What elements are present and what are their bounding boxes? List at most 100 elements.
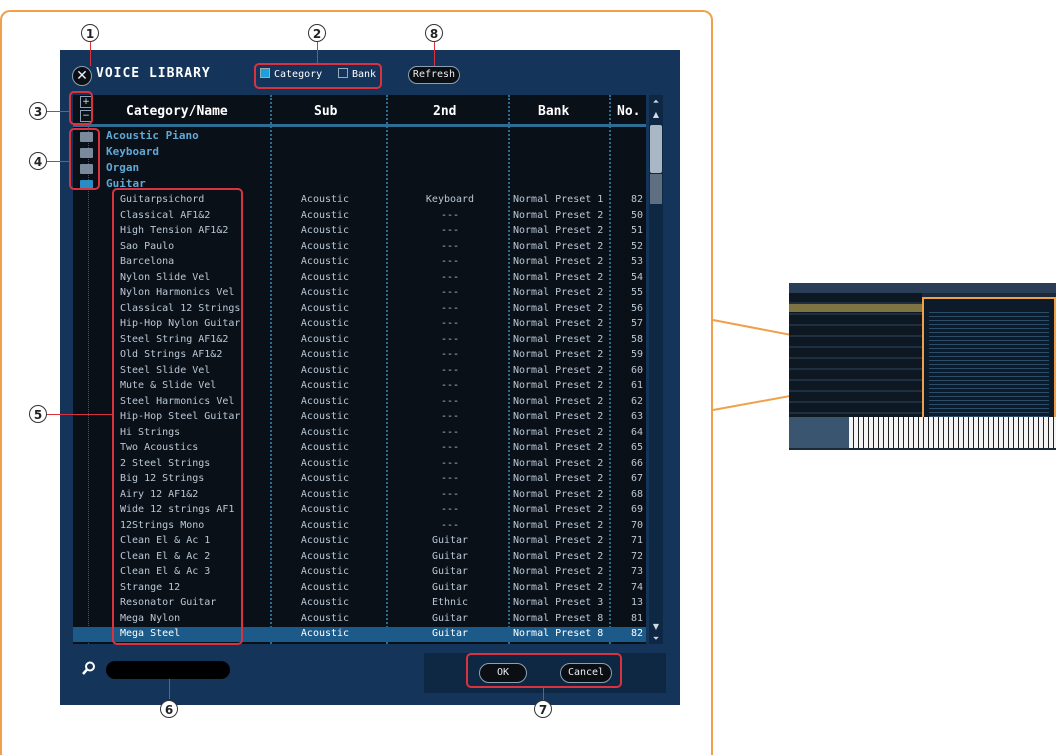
number-cell: 62	[630, 396, 643, 407]
sub-category-cell: Acoustic	[300, 582, 350, 593]
bank-cell: Normal Preset 2	[513, 504, 604, 515]
callout-line	[47, 414, 112, 415]
second-category-cell: Guitar	[431, 628, 469, 639]
number-cell: 70	[630, 520, 643, 531]
tree-controls-highlight	[69, 91, 93, 125]
number-cell: 57	[630, 318, 643, 329]
sub-category-cell: Acoustic	[300, 504, 350, 515]
sub-category-cell: Acoustic	[300, 551, 350, 562]
callout-line	[90, 42, 91, 66]
second-category-cell: Guitar	[431, 566, 469, 577]
number-cell: 64	[630, 427, 643, 438]
sub-category-cell: Acoustic	[300, 318, 350, 329]
second-category-cell: Guitar	[431, 551, 469, 562]
second-category-cell: ---	[440, 349, 460, 360]
number-cell: 52	[630, 241, 643, 252]
number-cell: 68	[630, 489, 643, 500]
bank-cell: Normal Preset 2	[513, 473, 604, 484]
sub-category-cell: Acoustic	[300, 535, 350, 546]
number-cell: 65	[630, 442, 643, 453]
sub-category-cell: Acoustic	[300, 520, 350, 531]
column-header-bank[interactable]: Bank	[538, 104, 569, 119]
bank-cell: Normal Preset 2	[513, 272, 604, 283]
number-cell: 63	[630, 411, 643, 422]
sub-category-cell: Acoustic	[300, 442, 350, 453]
sub-category-cell: Acoustic	[300, 210, 350, 221]
callout-5: 5	[29, 405, 47, 423]
column-header-no[interactable]: No.	[617, 104, 640, 119]
callout-line	[47, 111, 69, 112]
filter-highlight	[254, 63, 382, 89]
scroll-up-icon[interactable]: ▲	[649, 110, 663, 120]
second-category-cell: ---	[440, 241, 460, 252]
bank-cell: Normal Preset 2	[513, 210, 604, 221]
number-cell: 56	[630, 303, 643, 314]
second-category-cell: Ethnic	[431, 597, 469, 608]
scrollbar-thumb[interactable]	[650, 125, 662, 173]
second-category-cell: ---	[440, 256, 460, 267]
search-icon	[82, 661, 95, 675]
header-divider	[73, 124, 646, 127]
second-category-cell: ---	[440, 458, 460, 469]
number-cell: 74	[630, 582, 643, 593]
bank-cell: Normal Preset 2	[513, 411, 604, 422]
number-cell: 55	[630, 287, 643, 298]
close-icon[interactable]: ✕	[72, 66, 92, 86]
sub-category-cell: Acoustic	[300, 628, 350, 639]
refresh-button[interactable]: Refresh	[408, 66, 460, 84]
number-cell: 81	[630, 613, 643, 624]
callout-6: 6	[160, 700, 178, 718]
sub-category-cell: Acoustic	[300, 427, 350, 438]
category-keyboard[interactable]: Keyboard	[106, 145, 159, 158]
category-acoustic-piano[interactable]: Acoustic Piano	[106, 129, 199, 142]
second-category-cell: ---	[440, 334, 460, 345]
callout-4: 4	[29, 152, 47, 170]
category-organ[interactable]: Organ	[106, 161, 139, 174]
bank-cell: Normal Preset 2	[513, 535, 604, 546]
number-cell: 50	[630, 210, 643, 221]
bank-cell: Normal Preset 2	[513, 566, 604, 577]
bank-cell: Normal Preset 2	[513, 520, 604, 531]
second-category-cell: Guitar	[431, 535, 469, 546]
bank-cell: Normal Preset 2	[513, 287, 604, 298]
callout-line	[317, 42, 318, 63]
second-category-cell: ---	[440, 380, 460, 391]
number-cell: 67	[630, 473, 643, 484]
names-highlight	[112, 188, 243, 645]
application-thumbnail	[789, 283, 1056, 450]
number-cell: 82	[630, 628, 643, 639]
bank-cell: Normal Preset 2	[513, 582, 604, 593]
scroll-down-icon[interactable]: ▼	[649, 622, 663, 632]
callout-7: 7	[534, 700, 552, 718]
callout-line	[169, 679, 170, 699]
column-header-2nd[interactable]: 2nd	[433, 104, 456, 119]
second-category-cell: ---	[440, 365, 460, 376]
bank-cell: Normal Preset 3	[513, 597, 604, 608]
second-category-cell: ---	[440, 427, 460, 438]
bank-cell: Normal Preset 2	[513, 458, 604, 469]
callout-line	[434, 42, 435, 66]
sub-category-cell: Acoustic	[300, 194, 350, 205]
bank-cell: Normal Preset 2	[513, 396, 604, 407]
sub-category-cell: Acoustic	[300, 566, 350, 577]
sub-category-cell: Acoustic	[300, 241, 350, 252]
second-category-cell: ---	[440, 442, 460, 453]
sub-category-cell: Acoustic	[300, 256, 350, 267]
search-input[interactable]	[106, 661, 230, 679]
number-cell: 66	[630, 458, 643, 469]
column-header-category-name[interactable]: Category/Name	[126, 104, 228, 119]
sub-category-cell: Acoustic	[300, 597, 350, 608]
bank-cell: Normal Preset 2	[513, 334, 604, 345]
sub-category-cell: Acoustic	[300, 225, 350, 236]
column-header-sub[interactable]: Sub	[314, 104, 337, 119]
scroll-bottom-icon[interactable]: ⏷	[649, 634, 663, 644]
second-category-cell: ---	[440, 473, 460, 484]
number-cell: 73	[630, 566, 643, 577]
scroll-top-icon[interactable]: ⏶	[649, 97, 663, 107]
sub-category-cell: Acoustic	[300, 411, 350, 422]
second-category-cell: ---	[440, 396, 460, 407]
number-cell: 69	[630, 504, 643, 515]
second-category-cell: ---	[440, 520, 460, 531]
sub-category-cell: Acoustic	[300, 489, 350, 500]
folders-highlight	[69, 128, 100, 190]
